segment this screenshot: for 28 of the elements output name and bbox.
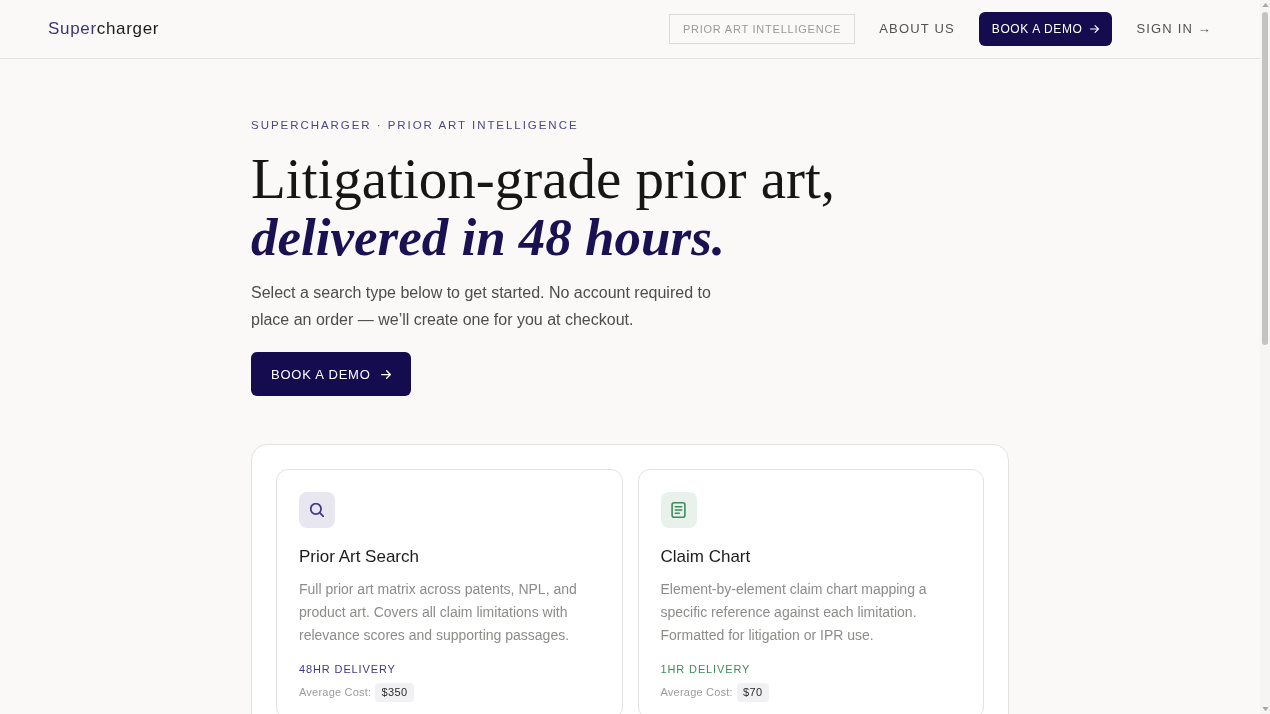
service-card[interactable]: Claim Chart Element-by-element claim chart mapping a specific reference against each limitation. Formatted for litigation or IPR use. 1HR DELIVERY Average Cost: $70 — [637, 469, 984, 714]
price-tag: $70 — [736, 683, 769, 702]
price-tag: $350 — [375, 683, 414, 702]
heading-text: Litigation-grade prior art, — [251, 150, 837, 209]
subtitle-text: Select a search type below to get started. No account required to place an order — we’ll create one for you at checkout. — [251, 283, 712, 331]
scroll-down-icon[interactable] — [1261, 707, 1269, 711]
arrow-right-icon — [380, 369, 391, 379]
service-description: Element-by-element claim chart mapping a specific reference against each limitation. Formatted for litigation or IPR use. — [660, 579, 928, 645]
logo-text[interactable]: Supercharger — [48, 16, 160, 42]
cost-label: Average Cost: — [299, 685, 372, 701]
service-title: Prior Art Search — [299, 546, 420, 569]
delivery-label: 1HR DELIVERY — [660, 661, 752, 677]
nav-link[interactable]: ABOUT US — [879, 19, 955, 39]
book-demo-button[interactable]: BOOK A DEMO — [978, 12, 1113, 46]
service-card[interactable]: Prior Art Search Full prior art matrix across patents, NPL, and product art. Covers all claim limitations with relevance scores and supporting passages. 48HR DELIVERY Average Cost: $350 — [276, 469, 623, 714]
scrollbar-thumb[interactable] — [1262, 12, 1268, 345]
document-icon — [671, 502, 686, 519]
delivery-label: 48HR DELIVERY — [299, 661, 397, 677]
arrow-right-icon — [1090, 25, 1100, 33]
cost-label: Average Cost: — [660, 685, 733, 701]
scrollbar[interactable] — [1260, 0, 1270, 714]
book-demo-button[interactable]: BOOK A DEMO — [251, 352, 411, 397]
nav-link[interactable]: SIGN IN → — [1136, 19, 1212, 39]
search-icon — [310, 503, 324, 518]
eyebrow-text: SUPERCHARGER · PRIOR ART INTELLIGENCE — [251, 118, 580, 133]
scroll-up-icon[interactable] — [1261, 3, 1269, 7]
service-description: Full prior art matrix across patents, NPL, and product art. Covers all claim limitations with relevance scores and supporting passages. — [299, 579, 578, 645]
service-title: Claim Chart — [660, 546, 752, 569]
